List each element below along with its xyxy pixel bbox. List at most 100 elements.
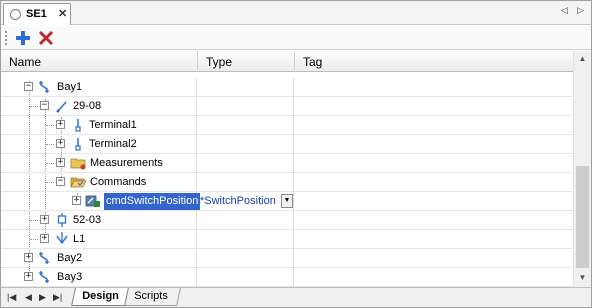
tree-line bbox=[30, 106, 38, 107]
tag-cell[interactable] bbox=[295, 268, 573, 287]
tree-line bbox=[46, 163, 54, 164]
bay-icon bbox=[39, 271, 49, 283]
toolbar bbox=[1, 26, 591, 50]
type-cell[interactable] bbox=[198, 173, 294, 192]
column-header-tag[interactable]: Tag bbox=[295, 51, 573, 72]
tag-cell[interactable] bbox=[295, 154, 573, 173]
bay-icon bbox=[39, 252, 49, 264]
node-label: Terminal1 bbox=[89, 119, 137, 131]
scroll-down-icon[interactable]: ▼ bbox=[574, 270, 591, 286]
breaker-icon bbox=[57, 213, 67, 227]
tree-row-bay1[interactable]: − Bay1 bbox=[1, 78, 573, 97]
tree-row-l1[interactable]: + L1 bbox=[1, 230, 573, 249]
type-cell[interactable] bbox=[198, 268, 294, 287]
vertical-scrollbar[interactable]: ▲ ▼ bbox=[573, 51, 591, 287]
expand-toggle[interactable]: + bbox=[56, 158, 65, 167]
expand-toggle[interactable]: + bbox=[40, 215, 49, 224]
tag-cell[interactable] bbox=[295, 97, 573, 116]
node-label: 29-08 bbox=[73, 100, 102, 112]
expand-toggle[interactable]: + bbox=[24, 253, 33, 262]
expand-toggle[interactable]: + bbox=[24, 272, 33, 281]
expand-toggle[interactable]: + bbox=[40, 234, 49, 243]
column-header-name[interactable]: Name bbox=[1, 51, 198, 72]
tab-design[interactable]: Design bbox=[71, 288, 129, 306]
node-label: Terminal2 bbox=[89, 138, 137, 150]
type-cell[interactable] bbox=[198, 135, 294, 154]
tag-cell[interactable] bbox=[295, 192, 573, 211]
tab-scroll-left-icon[interactable]: ◁ bbox=[561, 5, 568, 16]
dropdown-arrow-icon[interactable]: ▼ bbox=[281, 194, 293, 208]
tab-se1-label: SE1 bbox=[26, 8, 47, 20]
tree-row-29-08[interactable]: − 29-08 bbox=[1, 97, 573, 116]
prev-tab-icon[interactable]: ◀ bbox=[25, 292, 32, 303]
type-cell[interactable] bbox=[198, 154, 294, 173]
type-value: *SwitchPosition bbox=[200, 195, 276, 207]
tab-scroll-right-icon[interactable]: ▷ bbox=[577, 5, 584, 16]
tree-row-bay2[interactable]: + Bay2 bbox=[1, 249, 573, 268]
first-tab-icon[interactable]: |◀ bbox=[7, 292, 16, 303]
type-cell[interactable] bbox=[198, 97, 294, 116]
switch-icon bbox=[56, 101, 67, 113]
tab-se1[interactable]: SE1 ✕ bbox=[3, 3, 71, 25]
terminal-icon bbox=[75, 119, 81, 132]
tag-cell[interactable] bbox=[295, 230, 573, 249]
expand-toggle[interactable]: + bbox=[56, 120, 65, 129]
tree-line bbox=[30, 220, 38, 221]
tag-cell[interactable] bbox=[295, 249, 573, 268]
last-tab-icon[interactable]: ▶| bbox=[53, 292, 62, 303]
tree-line bbox=[46, 125, 54, 126]
tree-row-terminal1[interactable]: + Terminal1 bbox=[1, 116, 573, 135]
collapse-toggle[interactable]: − bbox=[40, 101, 49, 110]
node-label-selected[interactable]: cmdSwitchPosition bbox=[104, 193, 201, 210]
delete-x-icon bbox=[38, 30, 54, 46]
tree-row-52-03[interactable]: + 52-03 bbox=[1, 211, 573, 230]
tag-cell[interactable] bbox=[295, 211, 573, 230]
type-combo[interactable]: *SwitchPosition ▼ bbox=[198, 192, 294, 211]
object-tree-grid: Name Type Tag − Bay1 − 29-08 + Terminal1… bbox=[1, 51, 573, 287]
editor-window: SE1 ✕ ◁ ▷ Name Type Tag − Bay1 − 29-08 +… bbox=[0, 0, 592, 308]
collapse-toggle[interactable]: − bbox=[56, 177, 65, 186]
node-label: Bay1 bbox=[57, 81, 83, 93]
command-icon bbox=[85, 195, 100, 207]
tab-scripts-label: Scripts bbox=[134, 290, 168, 302]
tree-row-measurements[interactable]: + Measurements bbox=[1, 154, 573, 173]
tab-close-icon[interactable]: ✕ bbox=[58, 7, 67, 20]
tree-line bbox=[30, 239, 38, 240]
tree-line bbox=[46, 144, 54, 145]
type-cell[interactable] bbox=[198, 211, 294, 230]
column-header-type[interactable]: Type bbox=[198, 51, 295, 72]
bay-icon bbox=[39, 81, 49, 93]
type-cell[interactable] bbox=[198, 249, 294, 268]
toolbar-grip-icon[interactable] bbox=[5, 31, 8, 45]
delete-button[interactable] bbox=[36, 28, 56, 48]
node-label: Commands bbox=[90, 176, 147, 188]
expand-toggle[interactable]: + bbox=[56, 139, 65, 148]
type-cell[interactable] bbox=[198, 230, 294, 249]
bottom-tab-bar: |◀ ◀ ▶ ▶| Scripts Design bbox=[1, 287, 591, 307]
grid-header: Name Type Tag bbox=[1, 51, 573, 72]
plus-icon bbox=[16, 31, 30, 45]
type-cell[interactable] bbox=[198, 78, 294, 97]
tab-scripts[interactable]: Scripts bbox=[123, 288, 181, 306]
tag-cell[interactable] bbox=[295, 173, 573, 192]
tree-row-cmdswitchposition[interactable]: + cmdSwitchPosition *SwitchPosition ▼ bbox=[1, 192, 573, 211]
type-cell[interactable] bbox=[198, 116, 294, 135]
expand-toggle[interactable]: + bbox=[72, 196, 81, 205]
tree-line bbox=[46, 182, 54, 183]
tag-cell[interactable] bbox=[295, 135, 573, 154]
node-label: Bay2 bbox=[57, 252, 83, 264]
tag-cell[interactable] bbox=[295, 78, 573, 97]
tag-cell[interactable] bbox=[295, 116, 573, 135]
tree-row-terminal2[interactable]: + Terminal2 bbox=[1, 135, 573, 154]
add-button[interactable] bbox=[13, 28, 33, 48]
collapse-toggle[interactable]: − bbox=[24, 82, 33, 91]
scrollbar-thumb[interactable] bbox=[576, 166, 589, 268]
document-icon bbox=[10, 9, 21, 20]
folder-open-icon bbox=[70, 177, 87, 188]
tree-row-bay3[interactable]: + Bay3 bbox=[1, 268, 573, 287]
scroll-up-icon[interactable]: ▲ bbox=[574, 51, 591, 67]
next-tab-icon[interactable]: ▶ bbox=[39, 292, 46, 303]
document-tab-strip: SE1 ✕ ◁ ▷ bbox=[1, 1, 591, 25]
node-label: Measurements bbox=[90, 157, 163, 169]
tree-row-commands[interactable]: − Commands bbox=[1, 173, 573, 192]
